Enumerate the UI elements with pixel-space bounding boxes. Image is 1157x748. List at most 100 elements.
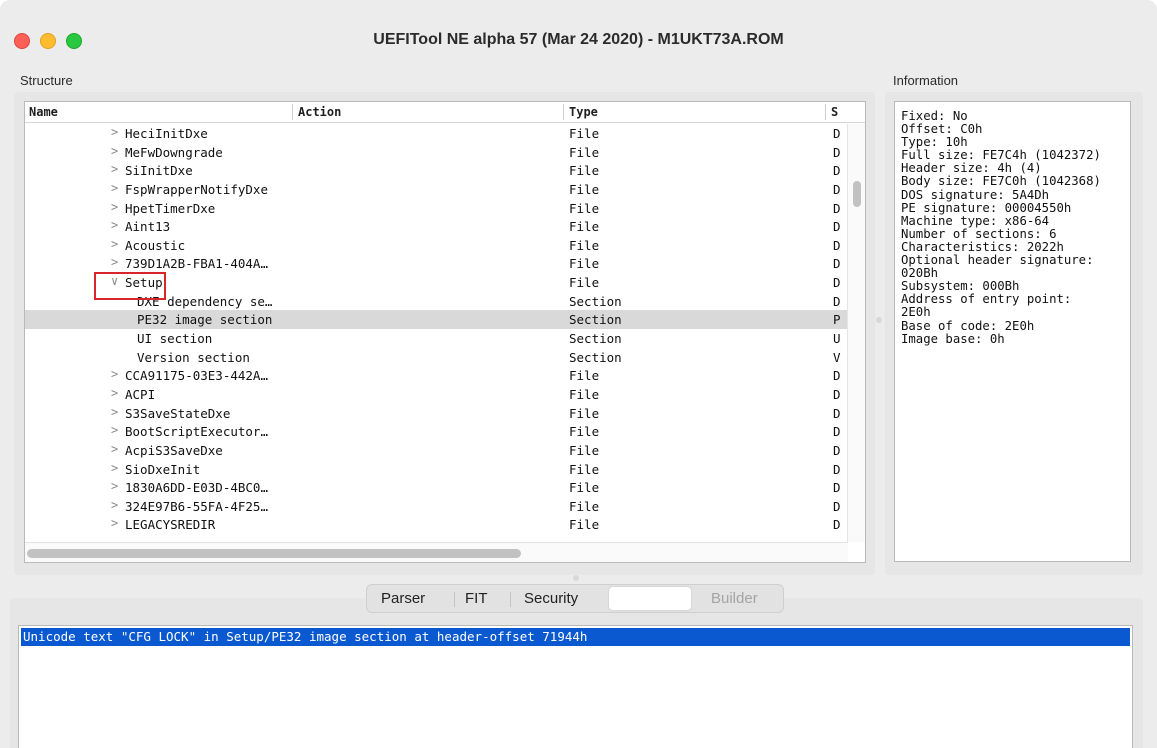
tree-row-type: File xyxy=(569,144,600,160)
chevron-right-icon[interactable]: > xyxy=(111,516,118,530)
tree-row[interactable]: > S3SaveStateDxe File D xyxy=(25,404,848,423)
horizontal-splitter-handle[interactable] xyxy=(573,575,579,581)
chevron-right-icon[interactable]: > xyxy=(111,461,118,475)
tree-row[interactable]: > SioDxeInit File D xyxy=(25,460,848,479)
tree-row-name: ACPI xyxy=(125,386,156,402)
column-header-action[interactable]: Action xyxy=(298,105,341,119)
tree-row-type: Section xyxy=(569,293,622,309)
chevron-right-icon[interactable]: > xyxy=(111,144,118,158)
column-header-subtype[interactable]: S xyxy=(831,105,838,119)
tree-row[interactable]: > Aint13 File D xyxy=(25,217,848,236)
info-line: DOS signature: 5A4Dh xyxy=(901,187,1050,202)
tree-row-type: File xyxy=(569,200,600,216)
vertical-splitter-handle[interactable] xyxy=(876,317,882,323)
chevron-right-icon[interactable]: > xyxy=(111,200,118,214)
vertical-scrollbar[interactable] xyxy=(847,124,865,542)
tree-row[interactable]: > MeFwDowngrade File D xyxy=(25,143,848,162)
tree-row[interactable]: > AcpiS3SaveDxe File D xyxy=(25,441,848,460)
tree-row-subtype: D xyxy=(833,144,841,160)
information-panel[interactable]: Fixed: No Offset: C0h Type: 10h Full size: … xyxy=(894,101,1131,562)
tab-separator xyxy=(510,592,511,607)
tree-header: Name Action Type S xyxy=(25,102,865,123)
chevron-right-icon[interactable]: > xyxy=(111,125,118,139)
tree-row-type: Section xyxy=(569,349,622,365)
vertical-scroll-thumb[interactable] xyxy=(853,181,861,207)
tree-row-type: File xyxy=(569,163,600,179)
tree-row[interactable]: > HpetTimerDxe File D xyxy=(25,199,848,218)
tree-row-type: File xyxy=(569,517,600,533)
info-line: PE signature: 00004550h xyxy=(901,200,1072,215)
tree-row-name: Acoustic xyxy=(125,237,186,253)
tree-row-type: File xyxy=(569,442,600,458)
column-header-name[interactable]: Name xyxy=(29,105,58,119)
tree-row-subtype: D xyxy=(833,442,841,458)
horizontal-scrollbar[interactable] xyxy=(25,542,848,562)
tree-row-type: File xyxy=(569,219,600,235)
chevron-right-icon[interactable]: > xyxy=(111,181,118,195)
tree-row-name: LEGACYSREDIR xyxy=(125,517,216,533)
tree-row-subtype: D xyxy=(833,386,841,402)
tree-row[interactable]: Version section Section V xyxy=(25,348,848,367)
info-line: Machine type: x86-64 xyxy=(901,213,1050,228)
tree-row-name: 739D1A2B-FBA1-404A… xyxy=(125,256,268,272)
column-header-type[interactable]: Type xyxy=(569,105,598,119)
tree-row-name: CCA91175-03E3-442A… xyxy=(125,368,268,384)
tree-row-type: Section xyxy=(569,312,622,328)
tree-row[interactable]: > BootScriptExecutor… File D xyxy=(25,422,848,441)
horizontal-scroll-thumb[interactable] xyxy=(27,549,521,558)
tree-row-subtype: D xyxy=(833,219,841,235)
chevron-right-icon[interactable]: > xyxy=(111,405,118,419)
tree-row[interactable]: PE32 image section Section P xyxy=(25,310,848,330)
tree-row-name: 1830A6DD-E03D-4BC0… xyxy=(125,480,268,496)
chevron-right-icon[interactable]: > xyxy=(111,442,118,456)
tree-row[interactable]: > HeciInitDxe File D xyxy=(25,124,848,143)
chevron-right-icon[interactable]: > xyxy=(111,237,118,251)
chevron-right-icon[interactable]: > xyxy=(111,367,118,381)
tree-row[interactable]: > CCA91175-03E3-442A… File D xyxy=(25,366,848,385)
tree-row-type: Section xyxy=(569,331,622,347)
chevron-right-icon[interactable]: > xyxy=(111,479,118,493)
tree-row[interactable]: UI section Section U xyxy=(25,329,848,348)
column-separator[interactable] xyxy=(825,104,826,120)
column-separator[interactable] xyxy=(563,104,564,120)
info-line: 2E0h xyxy=(901,305,931,320)
tree-row[interactable]: > FspWrapperNotifyDxe File D xyxy=(25,180,848,199)
tree-row-subtype: D xyxy=(833,256,841,272)
tree-row-name: AcpiS3SaveDxe xyxy=(125,442,223,458)
tree-row[interactable]: >1830A6DD-E03D-4BC0… File D xyxy=(25,478,848,497)
column-separator[interactable] xyxy=(292,104,293,120)
messages-list[interactable]: Unicode text "CFG LOCK" in Setup/PE32 im… xyxy=(18,625,1133,748)
tree-row-subtype: D xyxy=(833,163,841,179)
chevron-right-icon[interactable]: > xyxy=(111,162,118,176)
tree-row[interactable]: > ACPI File D xyxy=(25,385,848,404)
message-row-selected[interactable]: Unicode text "CFG LOCK" in Setup/PE32 im… xyxy=(21,628,1130,646)
tree-row-name: SioDxeInit xyxy=(125,461,201,477)
tree-row-subtype: D xyxy=(833,424,841,440)
window-title: UEFITool NE alpha 57 (Mar 24 2020) - M1U… xyxy=(373,31,784,48)
tree-row-subtype: D xyxy=(833,237,841,253)
chevron-right-icon[interactable]: > xyxy=(111,498,118,512)
tree-row[interactable]: >739D1A2B-FBA1-404A… File D xyxy=(25,254,848,273)
info-line: Image base: 0h xyxy=(901,331,1005,346)
tree-row-type: File xyxy=(569,275,600,291)
tab-fit[interactable]: FIT xyxy=(465,590,488,607)
annotation-highlight-box xyxy=(94,272,166,300)
tab-security[interactable]: Security xyxy=(524,590,578,607)
tree-row[interactable]: > Acoustic File D xyxy=(25,236,848,255)
tree-row-subtype: D xyxy=(833,480,841,496)
tab-search[interactable] xyxy=(608,586,692,611)
tree-row-name: PE32 image section xyxy=(137,312,273,328)
chevron-right-icon[interactable]: > xyxy=(111,255,118,269)
chevron-right-icon[interactable]: > xyxy=(111,218,118,232)
tab-builder[interactable]: Builder xyxy=(711,590,758,607)
tree-row-type: File xyxy=(569,498,600,514)
tree-row[interactable]: > SiInitDxe File D xyxy=(25,161,848,180)
chevron-right-icon[interactable]: > xyxy=(111,423,118,437)
info-line: Base of code: 2E0h xyxy=(901,318,1035,333)
tab-parser[interactable]: Parser xyxy=(381,590,425,607)
tree-row[interactable]: >324E97B6-55FA-4F25… File D xyxy=(25,497,848,516)
chevron-right-icon[interactable]: > xyxy=(111,386,118,400)
tree-row[interactable]: > LEGACYSREDIR File D xyxy=(25,515,848,534)
tree-row-name: S3SaveStateDxe xyxy=(125,405,231,421)
structure-tree[interactable]: Name Action Type S > HeciInitDxe File D > MeF… xyxy=(24,101,866,563)
